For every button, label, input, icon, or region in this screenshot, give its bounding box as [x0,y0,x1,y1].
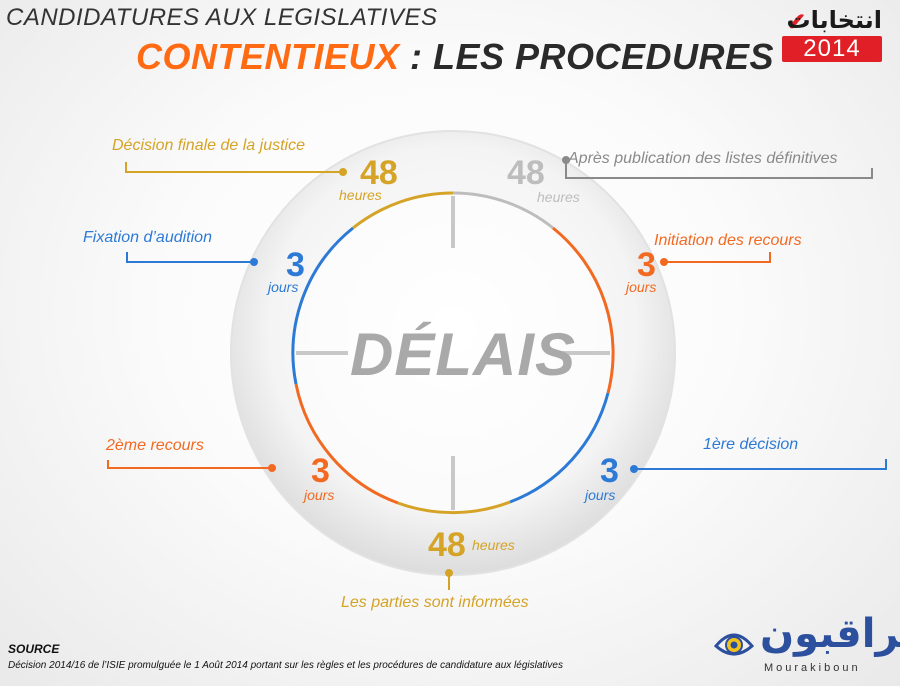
step-label-publication: Après publication des listes définitives [568,150,838,167]
source-text: Décision 2014/16 de l’ISIE promulguée le… [8,660,563,671]
leader-line-deuxieme-recours [107,460,272,469]
step-unit-parties: heures [472,537,515,553]
step-unit-decision-finale: heures [339,187,382,203]
step-value-decision-finale: 48 [360,154,398,192]
step-label-parties: Les parties sont informées [341,594,529,611]
step-unit-audition: jours [268,279,299,295]
step-label-audition: Fixation d’audition [83,229,212,246]
step-label-decision-finale: Décision finale de la justice [112,137,305,154]
mourakiboun-logo-arabic: مراقبون [760,611,900,657]
source-heading: SOURCE [8,642,60,656]
step-value-publication: 48 [507,154,545,192]
leader-dot-decision-finale [339,168,347,176]
step-unit-deuxieme-recours: jours [304,487,335,503]
step-value-premiere-decision: 3 [600,452,619,490]
step-label-deuxieme-recours: 2ème recours [106,437,204,454]
leader-line-premiere-decision [634,459,887,470]
step-value-audition: 3 [286,246,305,284]
leader-dot-parties [445,569,453,577]
mourakiboun-logo-latin: Mourakiboun [764,662,861,674]
leader-line-audition [126,252,254,263]
leader-line-decision-finale [125,162,343,173]
step-value-parties: 48 [428,526,466,564]
step-value-deuxieme-recours: 3 [311,452,330,490]
leader-dot-initiation [660,258,668,266]
leader-dot-premiere-decision [630,465,638,473]
step-label-premiere-decision: 1ère décision [703,436,799,453]
leader-dot-audition [250,258,258,266]
step-unit-publication: heures [537,189,580,205]
leader-dot-deuxieme-recours [268,464,276,472]
leader-line-initiation [664,252,771,263]
step-unit-premiere-decision: jours [585,487,616,503]
step-value-initiation: 3 [637,246,656,284]
center-label: DÉLAIS [350,321,577,388]
step-label-initiation: Initiation des recours [654,232,802,249]
step-unit-initiation: jours [626,279,657,295]
eye-icon [713,633,755,656]
